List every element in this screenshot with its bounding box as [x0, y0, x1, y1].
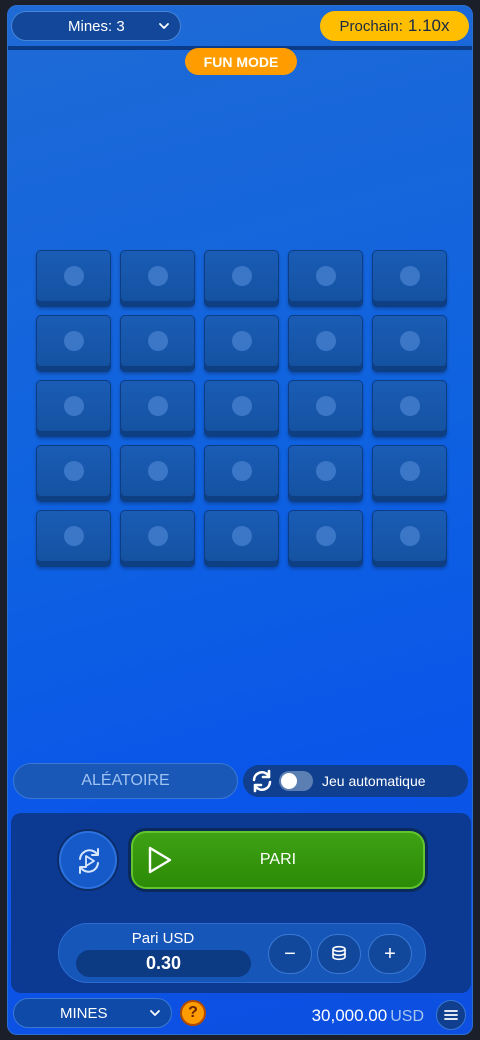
mine-tile[interactable] [36, 445, 111, 502]
cycle-icon [79, 848, 99, 874]
tile-dot-icon [231, 525, 252, 546]
mine-tile[interactable] [372, 445, 447, 502]
mine-tile[interactable] [288, 445, 363, 502]
random-pick-button[interactable]: ALÉATOIRE [13, 763, 238, 799]
mine-tile[interactable] [288, 315, 363, 372]
bet-amount-input[interactable]: 0.30 [76, 950, 251, 977]
menu-icon [444, 1010, 458, 1020]
balance-display: 30,000.00 USD [312, 1006, 424, 1026]
help-button[interactable]: ? [180, 1000, 206, 1026]
mine-tile[interactable] [36, 250, 111, 307]
tile-dot-icon [231, 460, 252, 481]
mine-tile[interactable] [36, 510, 111, 567]
auto-play-control: Jeu automatique [243, 765, 468, 797]
game-select-label: MINES [60, 1004, 108, 1022]
mine-tile[interactable] [204, 250, 279, 307]
mine-tile[interactable] [36, 315, 111, 372]
tile-dot-icon [399, 460, 420, 481]
bet-amount-control: Pari USD 0.30 − + [58, 923, 426, 983]
mine-tile[interactable] [120, 315, 195, 372]
bet-button-label: PARI [259, 851, 297, 868]
balance-currency: USD [390, 1008, 424, 1025]
toggle-knob [281, 773, 297, 789]
bet-panel: PARI Pari USD 0.30 − + [11, 813, 471, 993]
mine-tile[interactable] [204, 510, 279, 567]
tile-dot-icon [315, 525, 336, 546]
tile-dot-icon [399, 265, 420, 286]
decrease-bet-button[interactable]: − [268, 934, 312, 974]
tile-dot-icon [147, 395, 168, 416]
menu-button[interactable] [436, 1000, 466, 1030]
bet-amount-title: Pari USD [131, 930, 195, 947]
tile-dot-icon [231, 330, 252, 351]
mine-tile[interactable] [204, 380, 279, 437]
mines-count-label: Mines: 3 [68, 17, 125, 35]
coins-stack-icon [332, 945, 346, 961]
next-multiplier-value: 1.10x [407, 16, 450, 35]
mine-tile[interactable] [120, 510, 195, 567]
mine-tile[interactable] [36, 380, 111, 437]
sync-icon [252, 769, 272, 793]
play-icon [148, 846, 172, 874]
mine-tile[interactable] [120, 380, 195, 437]
mine-tile[interactable] [204, 445, 279, 502]
bet-presets-button[interactable] [317, 934, 361, 974]
next-multiplier-badge: Prochain: 1.10x [320, 11, 469, 41]
mine-tile[interactable] [372, 250, 447, 307]
next-label: Prochain: [339, 17, 403, 35]
auto-bet-button[interactable] [57, 829, 119, 891]
game-window: Mines: 3 Prochain: 1.10x FUN MODE ALÉATO… [7, 5, 473, 1035]
tile-dot-icon [63, 460, 84, 481]
chevron-down-icon [159, 23, 169, 29]
tile-dot-icon [147, 460, 168, 481]
increase-bet-button[interactable]: + [368, 934, 412, 974]
tile-dot-icon [315, 460, 336, 481]
tile-dot-icon [315, 395, 336, 416]
mine-tile[interactable] [288, 250, 363, 307]
tile-dot-icon [399, 525, 420, 546]
mine-tile[interactable] [204, 315, 279, 372]
tile-dot-icon [399, 330, 420, 351]
tile-dot-icon [147, 525, 168, 546]
tile-dot-icon [399, 395, 420, 416]
bet-button[interactable]: PARI [128, 828, 428, 892]
mine-tile[interactable] [288, 380, 363, 437]
mine-tile[interactable] [288, 510, 363, 567]
chevron-down-icon [150, 1010, 160, 1016]
tile-dot-icon [231, 265, 252, 286]
tile-dot-icon [315, 265, 336, 286]
tile-dot-icon [315, 330, 336, 351]
tile-dot-icon [63, 525, 84, 546]
tile-dot-icon [147, 265, 168, 286]
balance-amount: 30,000.00 [311, 1006, 388, 1025]
auto-play-label: Jeu automatique [322, 773, 426, 789]
bottom-bar: MINES ? 30,000.00 USD [8, 996, 472, 1034]
mine-tile[interactable] [120, 445, 195, 502]
top-bar: Mines: 3 Prochain: 1.10x [8, 6, 472, 46]
tile-dot-icon [63, 395, 84, 416]
tile-dot-icon [147, 330, 168, 351]
auto-play-toggle[interactable] [279, 771, 313, 791]
mine-tile[interactable] [120, 250, 195, 307]
game-select[interactable]: MINES [13, 998, 172, 1028]
tile-dot-icon [63, 330, 84, 351]
tile-dot-icon [231, 395, 252, 416]
tile-dot-icon [63, 265, 84, 286]
mine-tile[interactable] [372, 510, 447, 567]
mine-tile[interactable] [372, 380, 447, 437]
mines-count-select[interactable]: Mines: 3 [11, 11, 181, 41]
fun-mode-badge: FUN MODE [185, 48, 297, 75]
mines-grid [36, 250, 447, 567]
mine-tile[interactable] [372, 315, 447, 372]
